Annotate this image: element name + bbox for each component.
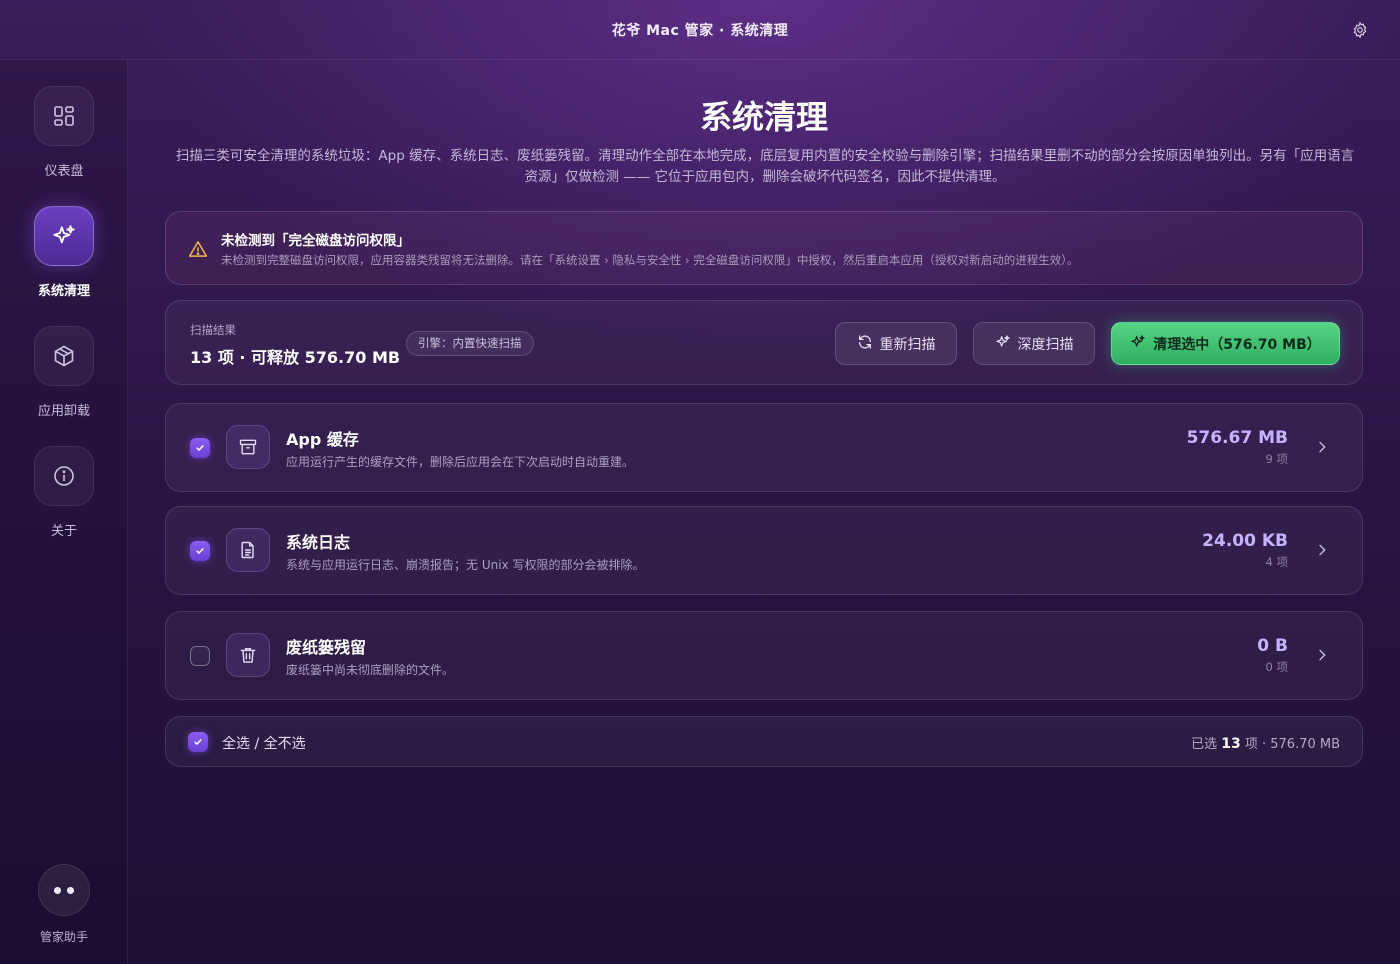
category-description: 应用运行产生的缓存文件，删除后应用会在下次启动时自动重建。 [286, 455, 635, 469]
category-description: 系统与应用运行日志、崩溃报告；无 Unix 写权限的部分会被排除。 [286, 558, 645, 572]
category-count: 9 项 [1265, 452, 1288, 466]
chat-dots-icon [38, 864, 90, 916]
category-size: 576.67 MB [1186, 428, 1288, 448]
sidebar-item-app-uninstall[interactable]: 应用卸载 [0, 326, 128, 419]
trash-icon [226, 633, 270, 677]
sidebar-item-about[interactable]: 关于 [0, 446, 128, 539]
sparkles-icon [995, 334, 1011, 354]
assistant-label: 管家助手 [39, 930, 88, 944]
scan-results-label: 扫描结果 [190, 323, 236, 337]
category-row-system-logs[interactable]: 系统日志 系统与应用运行日志、崩溃报告；无 Unix 写权限的部分会被排除。 2… [165, 506, 1363, 595]
sidebar-item-label: 仪表盘 [44, 164, 84, 179]
deep-scan-label: 深度扫描 [1017, 336, 1074, 353]
category-description: 废纸篓中尚未彻底删除的文件。 [286, 663, 455, 677]
category-name: App 缓存 [286, 430, 359, 449]
category-row-trash[interactable]: 废纸篓残留 废纸篓中尚未彻底删除的文件。 0 B 0 项 [165, 611, 1363, 700]
sidebar-item-label: 应用卸载 [37, 404, 90, 419]
dashboard-icon [34, 86, 94, 146]
category-size: 24.00 KB [1202, 531, 1288, 551]
sidebar-item-label: 关于 [50, 524, 77, 539]
category-checkbox[interactable] [190, 438, 210, 458]
warning-triangle-icon [188, 239, 208, 259]
selected-prefix: 已选 [1191, 737, 1218, 752]
deep-scan-button[interactable]: 深度扫描 [973, 322, 1095, 365]
select-all-label[interactable]: 全选 / 全不选 [222, 733, 306, 753]
warning-title: 未检测到「完全磁盘访问权限」 [221, 233, 410, 249]
package-icon [34, 326, 94, 386]
scan-summary: 13 项 · 可释放 576.70 MB [190, 348, 401, 367]
chevron-right-icon[interactable] [1314, 647, 1330, 663]
category-row-app-cache[interactable]: App 缓存 应用运行产生的缓存文件，删除后应用会在下次启动时自动重建。 576… [165, 403, 1363, 492]
category-checkbox[interactable] [190, 541, 210, 561]
scan-results-bar: 扫描结果 13 项 · 可释放 576.70 MB 引擎：内置快速扫描 重新扫描… [165, 300, 1363, 385]
selection-footer: 全选 / 全不选 已选 13 项 · 576.70 MB [165, 716, 1363, 767]
chevron-right-icon[interactable] [1314, 542, 1330, 558]
selected-suffix: 项 · 576.70 MB [1244, 737, 1340, 752]
chevron-right-icon[interactable] [1314, 439, 1330, 455]
page-title: 系统清理 [699, 98, 828, 136]
sidebar: 仪表盘 系统清理 应用卸载 关于 管家助手 [0, 60, 128, 964]
selected-count: 13 [1221, 736, 1241, 752]
category-checkbox[interactable] [190, 646, 210, 666]
category-count: 0 项 [1265, 660, 1288, 674]
document-icon [226, 528, 270, 572]
sparkles-icon [34, 206, 94, 266]
warning-text: 未检测到完整磁盘访问权限，应用容器类残留将无法删除。请在「系统设置 › 隐私与安… [221, 253, 1079, 267]
page-description: 扫描三类可安全清理的系统垃圾：App 缓存、系统日志、废纸篓残留。清理动作全部在… [175, 148, 1355, 185]
refresh-icon [857, 334, 873, 354]
sidebar-item-dashboard[interactable]: 仪表盘 [0, 86, 128, 179]
permission-warning-banner: 未检测到「完全磁盘访问权限」 未检测到完整磁盘访问权限，应用容器类残留将无法删除… [165, 211, 1363, 285]
engine-badge: 引擎：内置快速扫描 [406, 331, 534, 356]
sidebar-item-system-clean[interactable]: 系统清理 [0, 206, 128, 299]
info-icon [34, 446, 94, 506]
category-size: 0 B [1257, 636, 1288, 656]
settings-gear-icon[interactable] [1350, 20, 1370, 40]
category-name: 废纸篓残留 [286, 638, 367, 657]
sparkles-icon [1130, 334, 1146, 354]
archive-box-icon [226, 425, 270, 469]
clean-selected-label: 清理选中（576.70 MB） [1153, 336, 1321, 353]
category-count: 4 项 [1265, 555, 1288, 569]
selection-summary: 已选 13 项 · 576.70 MB [1191, 733, 1340, 752]
window-title: 花爷 Mac 管家 · 系统清理 [611, 22, 789, 39]
title-bar: 花爷 Mac 管家 · 系统清理 [0, 0, 1400, 60]
rescan-label: 重新扫描 [879, 336, 936, 353]
assistant-button[interactable]: 管家助手 [0, 864, 128, 945]
category-name: 系统日志 [286, 533, 351, 552]
clean-selected-button[interactable]: 清理选中（576.70 MB） [1111, 322, 1340, 365]
sidebar-item-label: 系统清理 [37, 284, 90, 299]
select-all-checkbox[interactable] [188, 732, 208, 752]
rescan-button[interactable]: 重新扫描 [835, 322, 957, 365]
